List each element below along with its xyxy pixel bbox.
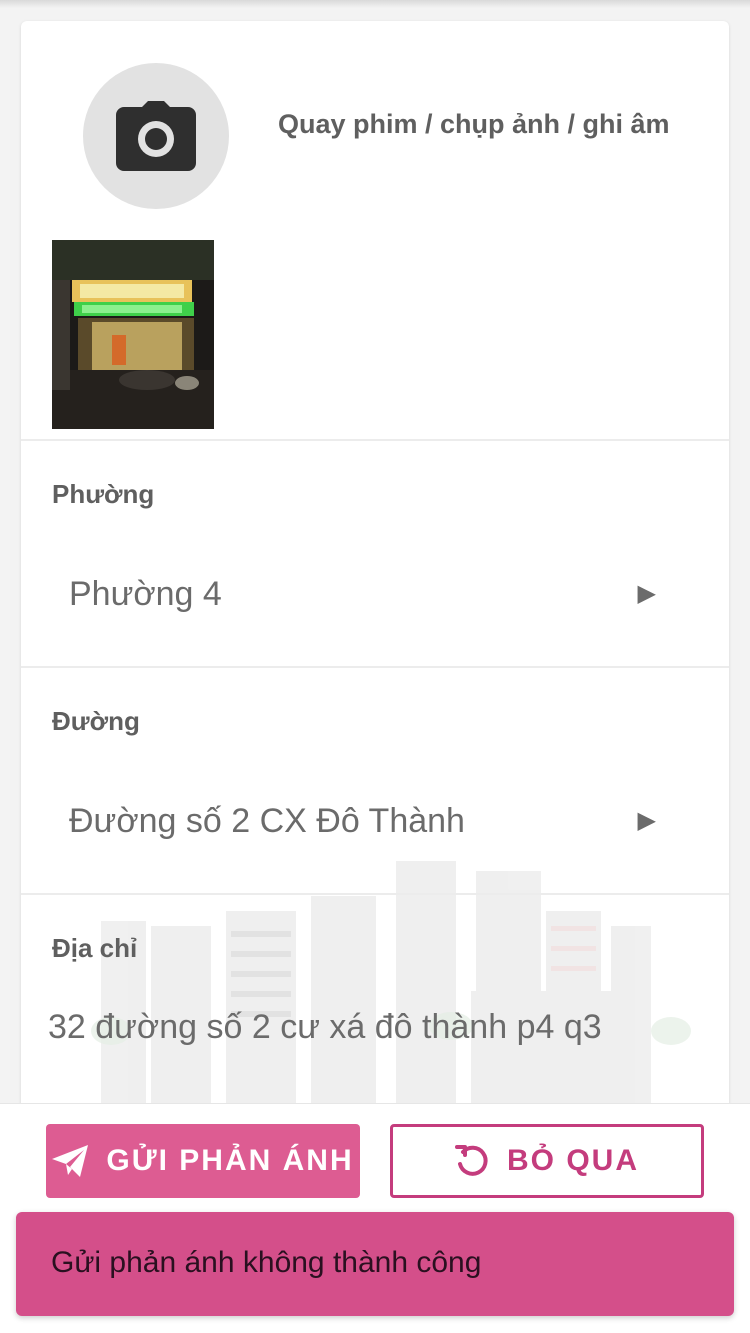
media-capture-label[interactable]: Quay phim / chụp ảnh / ghi âm [278, 109, 698, 140]
ward-select[interactable]: Phường 4 ▶ [52, 561, 692, 631]
address-label: Địa chỉ [52, 933, 138, 963]
undo-icon [455, 1145, 488, 1176]
street-select[interactable]: Đường số 2 CX Đô Thành ▶ [52, 788, 692, 858]
send-report-label: GỬI PHẢN ÁNH [106, 1144, 354, 1177]
street-select-value: Đường số 2 CX Đô Thành [69, 802, 465, 840]
attached-photo-thumbnail[interactable] [52, 240, 214, 429]
divider [21, 666, 729, 668]
ward-label: Phường [52, 479, 155, 509]
triangle-right-icon: ▶ [637, 807, 656, 834]
send-report-button[interactable]: GỬI PHẢN ÁNH [46, 1124, 360, 1198]
error-toast: Gửi phản ánh không thành công [16, 1212, 734, 1316]
skip-button[interactable]: BỎ QUA [390, 1124, 704, 1198]
triangle-right-icon: ▶ [637, 580, 656, 607]
ward-select-value: Phường 4 [69, 575, 222, 613]
street-label: Đường [52, 706, 140, 736]
divider [21, 439, 729, 441]
send-icon [52, 1145, 89, 1177]
camera-icon [116, 101, 196, 171]
capture-media-button[interactable] [83, 63, 229, 209]
status-shadow [0, 0, 750, 8]
address-input[interactable]: 32 đường số 2 cư xá đô thành p4 q3 [48, 1008, 688, 1047]
skip-label: BỎ QUA [507, 1144, 639, 1177]
toast-message: Gửi phản ánh không thành công [51, 1246, 482, 1279]
media-section: Quay phim / chụp ảnh / ghi âm [21, 21, 729, 441]
divider [21, 893, 729, 895]
report-form-card: Quay phim / chụp ảnh / ghi âm Phường Phư… [21, 21, 729, 1121]
